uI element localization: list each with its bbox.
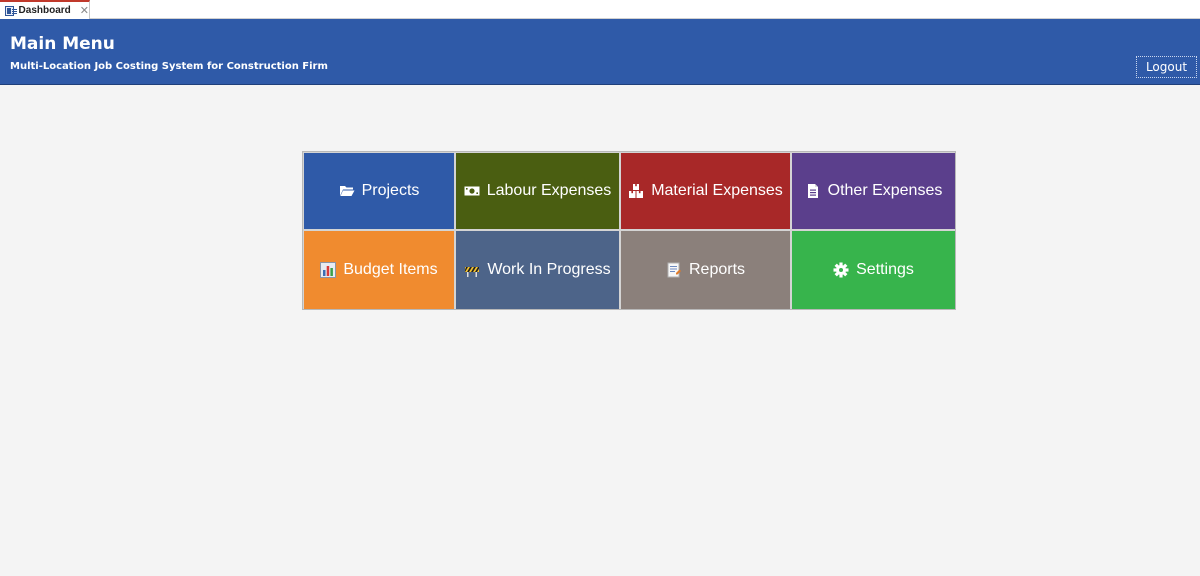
- gear-icon: [833, 262, 849, 278]
- reports-label: Reports: [688, 261, 746, 278]
- labour-expenses-button[interactable]: Labour Expenses: [456, 153, 619, 229]
- page-subtitle: Multi-Location Job Costing System for Co…: [10, 61, 328, 72]
- settings-label: Settings: [856, 261, 914, 278]
- folder-open-icon: [339, 183, 355, 199]
- work-in-progress-button[interactable]: Work In Progress: [456, 231, 619, 309]
- other-expenses-label: Other Expenses: [827, 182, 943, 199]
- other-expenses-button[interactable]: Other Expenses: [792, 153, 955, 229]
- work-in-progress-label: Work In Progress: [487, 261, 611, 278]
- tab-label: Dashboard: [18, 5, 71, 16]
- settings-button[interactable]: Settings: [792, 231, 955, 309]
- budget-items-label: Budget Items: [343, 261, 438, 278]
- form-icon: [5, 5, 17, 16]
- report-icon: [666, 262, 682, 278]
- header-bar: Main Menu Multi-Location Job Costing Sys…: [0, 19, 1200, 85]
- document-icon: [805, 183, 821, 199]
- budget-items-button[interactable]: Budget Items: [304, 231, 454, 309]
- material-expenses-button[interactable]: Material Expenses: [621, 153, 790, 229]
- bar-chart-icon: [320, 262, 337, 278]
- document-tab-bar: Dashboard ✕: [0, 0, 1200, 19]
- page-title: Main Menu: [10, 34, 115, 54]
- menu-grid: Projects Labour Expenses Material Expens…: [302, 151, 956, 310]
- boxes-icon: [628, 183, 644, 199]
- material-expenses-label: Material Expenses: [651, 182, 783, 199]
- logout-button[interactable]: Logout: [1136, 56, 1197, 78]
- construction-barrier-icon: [464, 262, 480, 278]
- close-icon[interactable]: ✕: [80, 5, 89, 16]
- projects-button[interactable]: Projects: [304, 153, 454, 229]
- projects-label: Projects: [361, 182, 420, 199]
- labour-expenses-label: Labour Expenses: [486, 182, 612, 199]
- tab-dashboard[interactable]: Dashboard ✕: [0, 0, 90, 19]
- money-icon: [464, 183, 480, 199]
- reports-button[interactable]: Reports: [621, 231, 790, 309]
